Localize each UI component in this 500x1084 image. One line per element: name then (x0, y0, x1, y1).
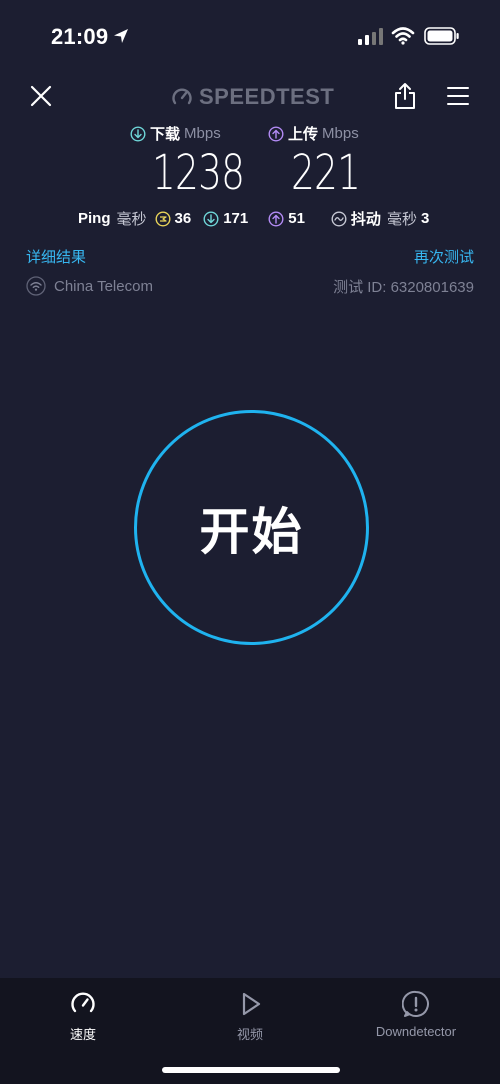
ping-idle-value: 36 (174, 210, 192, 227)
jitter-label: 抖动 (350, 211, 381, 228)
upload-value: 221 (291, 145, 361, 201)
download-label: 下载 Mbps (130, 123, 221, 144)
tab-downdetector-label: Downdetector (375, 1024, 457, 1039)
wifi-circle-icon (26, 276, 46, 296)
close-icon[interactable] (29, 84, 53, 108)
gauge-logo-icon (172, 88, 192, 105)
tab-speed-label: 速度 (69, 1027, 96, 1042)
retest-link[interactable]: 再次测试 (414, 246, 474, 267)
ping-upload-icon (268, 210, 284, 227)
hamburger-menu-icon[interactable] (447, 85, 469, 107)
ping-unit: 毫秒 (116, 211, 147, 228)
download-unit: Mbps (184, 125, 221, 142)
alert-icon (402, 990, 429, 1017)
ping-upload-value: 51 (288, 210, 305, 227)
jitter-value: 3 (420, 210, 430, 227)
ping-row: Ping 毫秒 36 171 51 抖动 毫秒 3 (78, 208, 429, 229)
cellular-signal-icon (358, 28, 383, 45)
wifi-icon (391, 27, 415, 45)
tab-video-label: 视频 (236, 1027, 263, 1042)
download-value: 1238 (152, 145, 245, 201)
jitter-unit: 毫秒 (386, 211, 417, 228)
isp-info: China Telecom (26, 276, 153, 296)
tab-speed[interactable]: 速度 (58, 990, 108, 1043)
test-id: 测试 ID: 6320801639 (333, 279, 474, 296)
upload-unit: Mbps (322, 125, 359, 142)
status-time: 21:09 (51, 24, 109, 49)
upload-label-text: 上传 (288, 126, 319, 143)
download-arrow-icon (130, 125, 146, 142)
start-button[interactable]: 开始 (134, 410, 369, 645)
isp-name: China Telecom (54, 277, 153, 295)
home-indicator (162, 1067, 340, 1073)
speedometer-icon (71, 992, 95, 1013)
ping-download-icon (203, 210, 219, 227)
detailed-results-link[interactable]: 详细结果 (26, 246, 86, 267)
start-button-label: 开始 (199, 503, 304, 560)
ping-idle-icon (155, 210, 171, 227)
upload-arrow-icon (268, 125, 284, 142)
play-icon (242, 992, 261, 1016)
tab-downdetector[interactable]: Downdetector (366, 990, 466, 1039)
download-label-text: 下载 (150, 126, 181, 143)
jitter-icon (331, 210, 347, 227)
location-arrow-icon (114, 29, 128, 43)
speedtest-logo: SPEEDTEST (171, 84, 334, 110)
logo-text: SPEEDTEST (199, 84, 335, 109)
tab-video[interactable]: 视频 (225, 990, 275, 1043)
battery-icon (424, 27, 459, 45)
ping-download-value: 171 (223, 210, 249, 227)
share-icon[interactable] (393, 82, 417, 110)
ping-label: Ping (78, 210, 111, 227)
upload-label: 上传 Mbps (268, 123, 359, 144)
